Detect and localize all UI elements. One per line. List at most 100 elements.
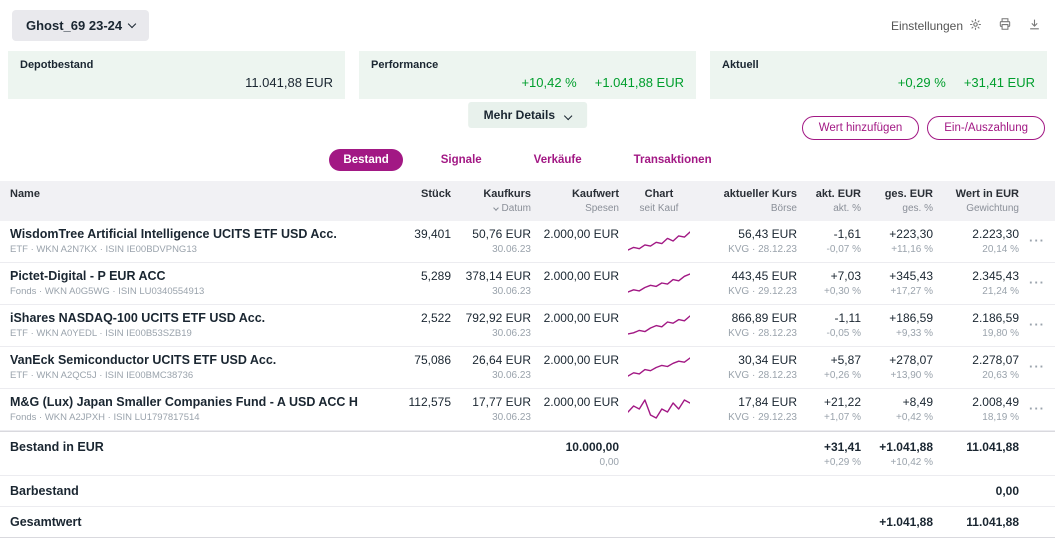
action-buttons: Wert hinzufügen Ein-/Auszahlung <box>801 116 1045 140</box>
row-menu-button[interactable]: ··· <box>1029 317 1045 332</box>
asset-name[interactable]: iShares NASDAQ-100 UCITS ETF USD Acc. <box>10 311 373 325</box>
asset-name[interactable]: M&G (Lux) Japan Smaller Companies Fund -… <box>10 395 373 409</box>
cell-kaufwert: 2.000,00 EUR <box>543 227 619 241</box>
gesamtwert-ges-eur: +1.041,88 <box>879 515 933 529</box>
cell-wert: 2.008,49 18,19 % <box>972 395 1019 423</box>
sparkline-chart <box>627 356 691 383</box>
card-depotbestand: Depotbestand 11.041,88 EUR <box>8 51 345 99</box>
card-performance: Performance +10,42 % +1.041,88 EUR <box>359 51 696 99</box>
totals-ges-eur: +1.041,88 +10,42 % <box>879 440 933 468</box>
cell-kaufkurs: 17,77 EUR 30.06.23 <box>472 395 531 423</box>
cell-kaufkurs: 26,64 EUR 30.06.23 <box>472 353 531 381</box>
sparkline-chart <box>627 398 691 425</box>
portfolio-name: Ghost_69 23-24 <box>26 18 123 33</box>
col-header-kaufwert: Kaufwert Spesen <box>571 188 619 214</box>
cell-stueck: 75,086 <box>414 353 451 367</box>
tab-signale[interactable]: Signale <box>427 149 496 171</box>
totals-bestand-label: Bestand in EUR <box>10 440 104 454</box>
row-menu-button[interactable]: ··· <box>1029 233 1045 248</box>
tab-transaktionen[interactable]: Transaktionen <box>620 149 726 171</box>
totals-akt-eur: +31,41 +0,29 % <box>823 440 861 468</box>
top-bar-actions: Einstellungen <box>889 15 1043 36</box>
ein-auszahlung-button[interactable]: Ein-/Auszahlung <box>927 116 1045 140</box>
settings-button[interactable]: Einstellungen <box>889 16 984 36</box>
asset-meta: ETF · WKN A2N7KX · ISIN IE00BDVPNG13 <box>10 244 197 255</box>
cell-ges-eur: +278,07 +13,90 % <box>889 353 933 381</box>
cell-aktueller-kurs: 30,34 EUR KVG · 28.12.23 <box>728 353 797 381</box>
portfolio-page: Ghost_69 23-24 Einstellungen Depotbestan… <box>0 0 1055 539</box>
cell-kaufkurs: 378,14 EUR 30.06.23 <box>465 269 531 297</box>
mehr-details-button[interactable]: Mehr Details <box>467 102 588 128</box>
totals-row-barbestand: Barbestand 0,00 <box>0 476 1055 507</box>
tab-bar: Bestand Signale Verkäufe Transaktionen <box>0 145 1055 175</box>
asset-meta: Fonds · WKN A2JPXH · ISIN LU1797817514 <box>10 412 200 423</box>
gesamtwert-label: Gesamtwert <box>10 515 82 529</box>
cell-aktueller-kurs: 56,43 EUR KVG · 28.12.23 <box>728 227 797 255</box>
table-row: VanEck Semiconductor UCITS ETF USD Acc. … <box>0 347 1055 389</box>
cell-kaufwert: 2.000,00 EUR <box>543 353 619 367</box>
cell-ges-eur: +186,59 +9,33 % <box>889 311 933 339</box>
sparkline-chart <box>627 314 691 341</box>
totals-kaufwert: 10.000,00 0,00 <box>565 440 619 468</box>
wert-hinzufuegen-button[interactable]: Wert hinzufügen <box>801 116 920 140</box>
cell-wert: 2.278,07 20,63 % <box>972 353 1019 381</box>
col-header-name: Name <box>10 188 40 200</box>
barbestand-wert: 0,00 <box>995 484 1019 498</box>
table-row: iShares NASDAQ-100 UCITS ETF USD Acc. ET… <box>0 305 1055 347</box>
sparkline-chart <box>627 230 691 257</box>
cell-kaufwert: 2.000,00 EUR <box>543 395 619 409</box>
table-row: Pictet-Digital - P EUR ACC Fonds · WKN A… <box>0 263 1055 305</box>
cell-chart <box>619 269 693 299</box>
cell-ges-eur: +8,49 +0,42 % <box>896 395 933 423</box>
download-icon <box>1028 18 1041 34</box>
chevron-down-icon <box>564 111 573 121</box>
row-menu-button[interactable]: ··· <box>1029 275 1045 290</box>
cell-wert: 2.345,43 21,24 % <box>972 269 1019 297</box>
card-performance-pct: +10,42 % <box>521 75 577 90</box>
cell-akt-eur: -1,11 -0,05 % <box>826 311 861 339</box>
sort-chevron-icon[interactable] <box>492 205 499 211</box>
cell-akt-eur: +21,22 +1,07 % <box>823 395 861 423</box>
asset-name[interactable]: VanEck Semiconductor UCITS ETF USD Acc. <box>10 353 373 367</box>
card-aktuell-pct: +0,29 % <box>897 75 946 90</box>
col-header-wert: Wert in EUR Gewichtung <box>955 188 1019 214</box>
col-header-aktueller-kurs: aktueller Kurs Börse <box>723 188 797 214</box>
col-header-kaufkurs[interactable]: Kaufkurs Datum <box>451 188 531 214</box>
table-row: WisdomTree Artificial Intelligence UCITS… <box>0 221 1055 263</box>
cell-stueck: 5,289 <box>420 269 451 283</box>
cell-aktueller-kurs: 866,89 EUR KVG · 28.12.23 <box>728 311 797 339</box>
cell-aktueller-kurs: 443,45 EUR KVG · 29.12.23 <box>728 269 797 297</box>
row-menu-button[interactable]: ··· <box>1029 401 1045 416</box>
asset-meta: Fonds · WKN A0G5WG · ISIN LU0340554913 <box>10 286 205 297</box>
asset-name[interactable]: Pictet-Digital - P EUR ACC <box>10 269 373 283</box>
download-button[interactable] <box>1026 16 1043 36</box>
print-button[interactable] <box>996 15 1014 36</box>
cell-chart <box>619 311 693 341</box>
cell-akt-eur: -1,61 -0,07 % <box>826 227 861 255</box>
chevron-down-icon <box>127 19 137 28</box>
col-header-ges-eur: ges. EUR ges. % <box>884 188 933 214</box>
card-aktuell: Aktuell +0,29 % +31,41 EUR <box>710 51 1047 99</box>
gesamtwert-wert: 11.041,88 <box>966 515 1019 529</box>
table-header: Name Stück Kaufkurs Datum Kaufwert Spese… <box>0 181 1055 221</box>
cell-kaufkurs: 50,76 EUR 30.06.23 <box>472 227 531 255</box>
card-depotbestand-label: Depotbestand <box>20 59 94 71</box>
tab-bestand[interactable]: Bestand <box>329 149 403 171</box>
card-performance-label: Performance <box>371 59 439 71</box>
tab-verkaeufe[interactable]: Verkäufe <box>520 149 596 171</box>
settings-label: Einstellungen <box>890 18 963 33</box>
cell-ges-eur: +345,43 +17,27 % <box>889 269 933 297</box>
portfolio-selector[interactable]: Ghost_69 23-24 <box>12 10 150 41</box>
cell-kaufwert: 2.000,00 EUR <box>543 311 619 325</box>
totals-row-gesamtwert: Gesamtwert +1.041,88 11.041,88 <box>0 507 1055 538</box>
cell-akt-eur: +7,03 +0,30 % <box>824 269 861 297</box>
top-bar: Ghost_69 23-24 Einstellungen <box>0 0 1055 47</box>
asset-name[interactable]: WisdomTree Artificial Intelligence UCITS… <box>10 227 373 241</box>
cell-ges-eur: +223,30 +11,16 % <box>889 227 933 255</box>
card-performance-value: +1.041,88 EUR <box>594 75 684 90</box>
col-header-akt-eur: akt. EUR akt. % <box>815 188 861 214</box>
cell-kaufwert: 2.000,00 EUR <box>543 269 619 283</box>
controls-row: Mehr Details Wert hinzufügen Ein-/Auszah… <box>0 99 1055 143</box>
col-header-chart: Chart seit Kauf <box>639 188 679 214</box>
row-menu-button[interactable]: ··· <box>1029 359 1045 374</box>
